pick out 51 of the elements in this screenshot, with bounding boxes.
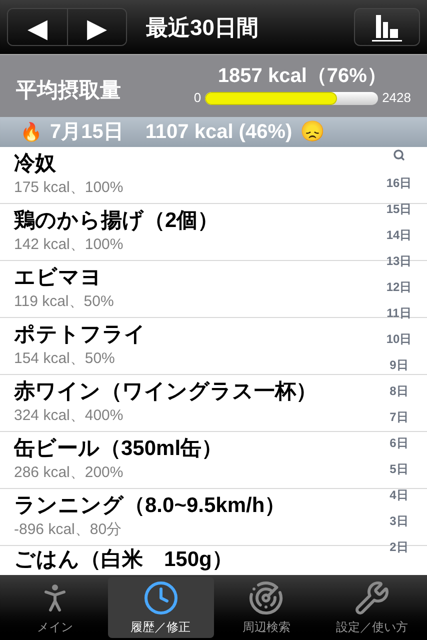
index-item[interactable]: 6日: [390, 430, 408, 456]
tab[interactable]: メイン: [2, 577, 108, 638]
index-item[interactable]: 12日: [386, 274, 412, 300]
previous-button[interactable]: ◀: [8, 9, 68, 45]
next-button[interactable]: ▶: [68, 9, 126, 45]
day-total: 1107 kcal (46%): [145, 120, 292, 145]
food-detail: 286 kcal、200%: [14, 463, 124, 483]
food-detail: 154 kcal、50%: [14, 349, 115, 369]
sad-face-icon: 😞: [300, 117, 326, 147]
tab[interactable]: 周辺検索: [214, 577, 320, 638]
index-item[interactable]: 16日: [386, 170, 412, 196]
food-name[interactable]: 冷奴: [14, 151, 56, 177]
wrench-icon: [354, 580, 390, 616]
day-date: 7月15日: [50, 120, 124, 145]
food-name[interactable]: ポテトフライ: [14, 322, 146, 348]
tab[interactable]: 履歴／修正: [108, 577, 214, 638]
food-detail: -896 kcal、80分: [14, 520, 122, 540]
index-item[interactable]: 14日: [386, 222, 412, 248]
index-item[interactable]: 7日: [390, 404, 408, 430]
index-item[interactable]: 4日: [390, 482, 408, 508]
tab[interactable]: 設定／使い方: [319, 577, 425, 638]
index-item[interactable]: 11日: [386, 300, 412, 326]
fire-icon: 🔥: [20, 118, 42, 146]
range-min: 0: [194, 89, 202, 108]
food-detail: 175 kcal、100%: [14, 178, 124, 198]
clock-icon: [142, 580, 179, 616]
range-max: 2428: [382, 89, 411, 108]
food-name[interactable]: 鶏のから揚げ（2個）: [14, 208, 219, 234]
index-item[interactable]: 8日: [390, 378, 408, 404]
food-name[interactable]: 赤ワイン（ワイングラス一杯）: [14, 379, 317, 405]
chart-button[interactable]: [354, 8, 420, 46]
search-icon[interactable]: [393, 149, 405, 161]
food-detail: 142 kcal、100%: [14, 235, 124, 255]
food-name[interactable]: エビマヨ: [14, 265, 102, 291]
food-name[interactable]: ごはん（白米 150g）: [14, 547, 233, 573]
index-item[interactable]: 5日: [390, 456, 408, 482]
index-item[interactable]: 10日: [386, 326, 412, 352]
summary-label: 平均摂取量: [16, 78, 121, 104]
index-item[interactable]: 9日: [390, 352, 408, 378]
food-name[interactable]: ランニング（8.0~9.5km/h）: [14, 493, 286, 519]
index-item[interactable]: 13日: [386, 248, 412, 274]
food-detail: 324 kcal、400%: [14, 406, 124, 426]
index-item[interactable]: 2日: [390, 534, 408, 560]
summary-value: 1857 kcal（76%）: [218, 64, 387, 88]
radar-icon: [248, 580, 284, 616]
food-name[interactable]: 缶ビール（350ml缶）: [14, 436, 223, 462]
window-title: 最近30日間: [146, 14, 258, 42]
food-detail: 119 kcal、50%: [14, 292, 114, 312]
bar-chart-icon: [370, 12, 404, 42]
index-item[interactable]: 15日: [386, 196, 412, 222]
index-item[interactable]: 3日: [390, 508, 408, 534]
